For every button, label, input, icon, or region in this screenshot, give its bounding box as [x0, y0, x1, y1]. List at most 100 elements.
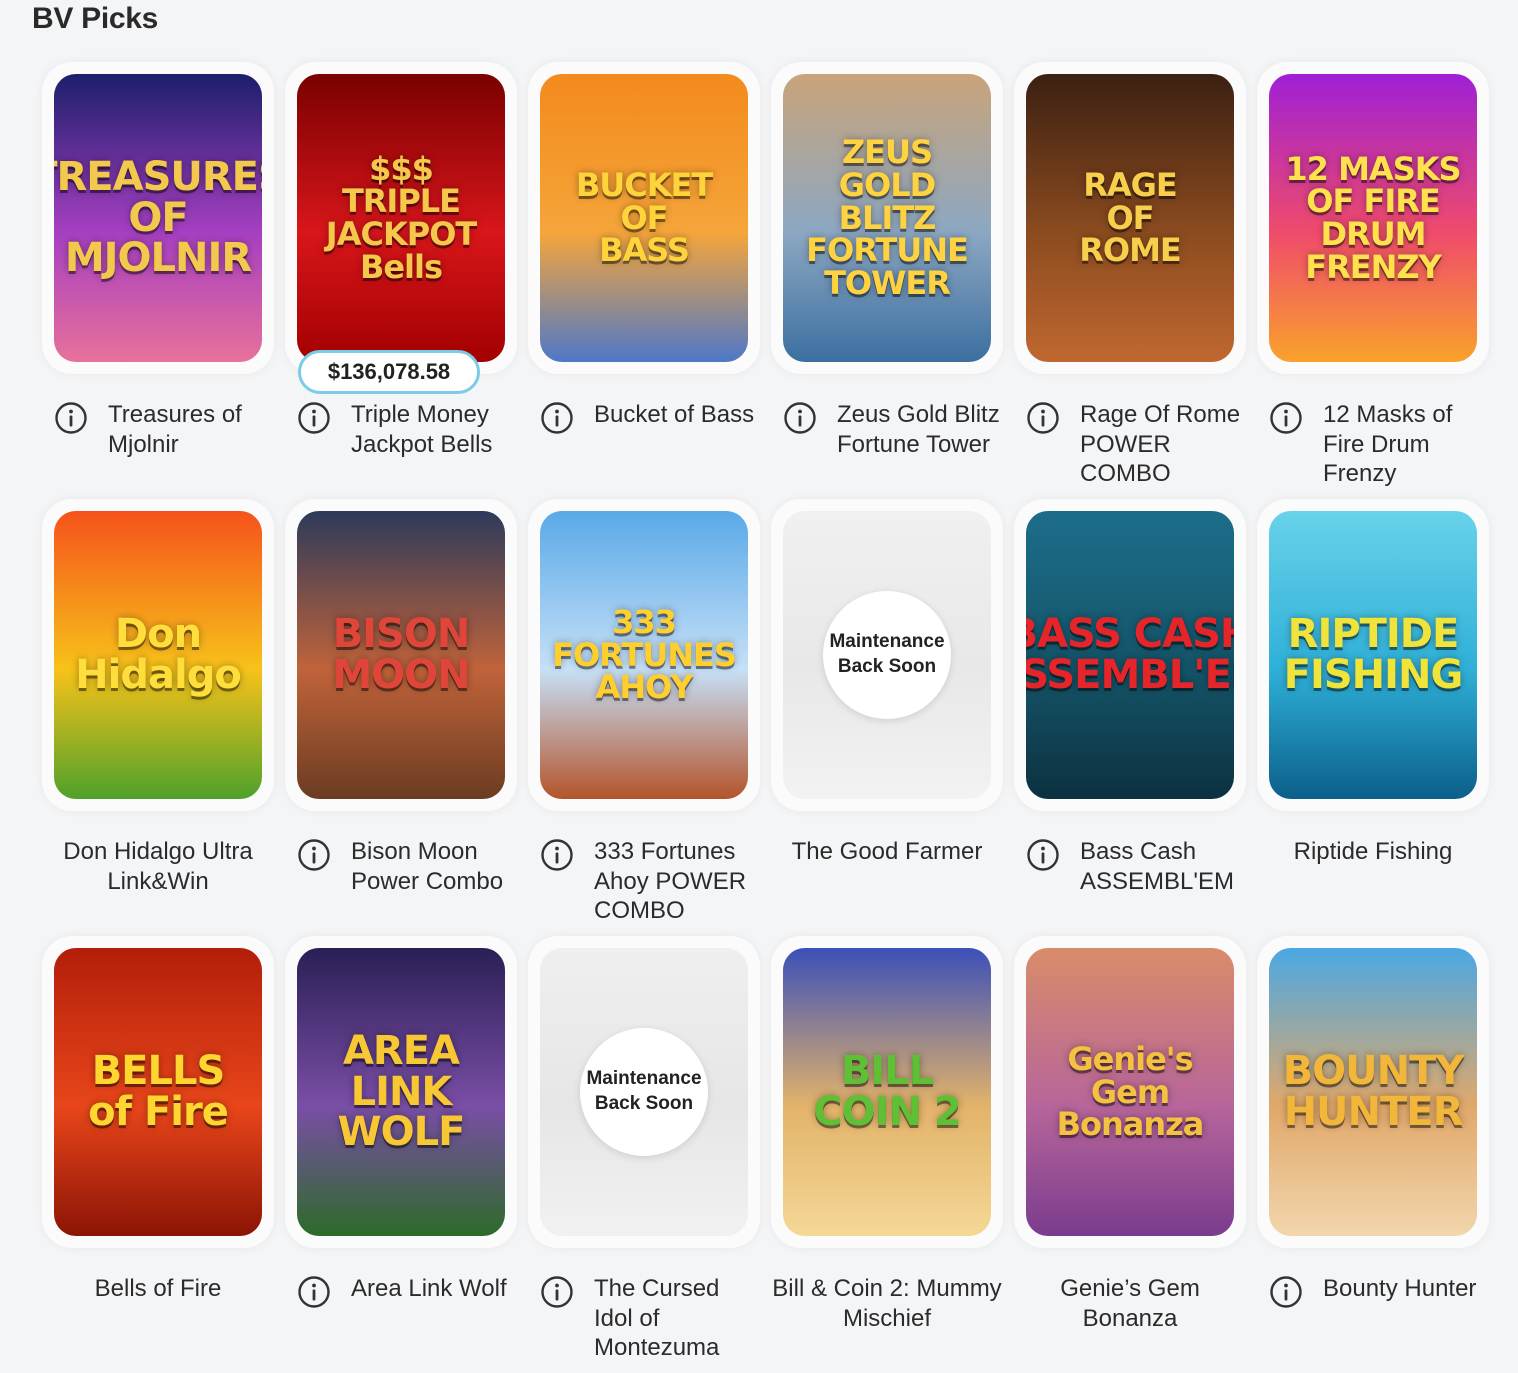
game-tile[interactable]: BOUNTY HUNTER Bounty Hunter — [1257, 936, 1489, 1373]
game-logo: BISON MOON — [332, 611, 470, 698]
info-icon[interactable] — [783, 401, 817, 435]
info-icon[interactable] — [540, 1275, 574, 1309]
game-tile[interactable]: AREA LINK WOLF Area Link Wolf — [285, 936, 517, 1373]
game-title[interactable]: The Good Farmer — [792, 837, 983, 867]
game-title[interactable]: Bison Moon Power Combo — [351, 837, 517, 896]
game-tile[interactable]: Don Hidalgo Don Hidalgo Ultra Link&Win — [42, 499, 274, 936]
game-label-row: Riptide Fishing — [1257, 837, 1489, 867]
game-thumbnail[interactable]: BASS CASH ASSEMBL'EM — [1026, 511, 1234, 799]
info-icon[interactable] — [297, 1275, 331, 1309]
game-logo: Genie's Gem Bonanza — [1056, 1040, 1205, 1144]
game-title[interactable]: Area Link Wolf — [351, 1274, 507, 1304]
game-title[interactable]: Bells of Fire — [95, 1274, 222, 1304]
game-logo: BILL COIN 2 — [813, 1048, 961, 1135]
game-title[interactable]: Treasures of Mjolnir — [108, 400, 274, 459]
game-tile[interactable]: TREASURES OF MJOLNIR Treasures of Mjolnir — [42, 62, 274, 499]
game-thumbnail[interactable]: Genie's Gem Bonanza — [1026, 948, 1234, 1236]
game-label-row: Genie’s Gem Bonanza — [1014, 1274, 1246, 1333]
game-label-row: Don Hidalgo Ultra Link&Win — [42, 837, 274, 896]
game-title[interactable]: The Cursed Idol of Montezuma — [594, 1274, 760, 1363]
game-tile[interactable]: Maintenance Back Soon The Good Farmer — [771, 499, 1003, 936]
game-title[interactable]: Riptide Fishing — [1294, 837, 1453, 867]
game-tile[interactable]: 333 FORTUNES AHOY 333 Fortunes Ahoy POWER… — [528, 499, 760, 936]
game-title[interactable]: Triple Money Jackpot Bells — [351, 400, 517, 459]
game-label-row: Bison Moon Power Combo — [285, 837, 517, 896]
game-tile[interactable]: BUCKET OF BASS Bucket of Bass — [528, 62, 760, 499]
game-thumbnail[interactable]: 12 MASKS OF FIRE DRUM FRENZY — [1269, 74, 1477, 362]
game-label-row: Bounty Hunter — [1257, 1274, 1489, 1309]
game-logo: BOUNTY HUNTER — [1282, 1048, 1465, 1135]
game-label-row: Bass Cash ASSEMBL'EM — [1014, 837, 1246, 896]
game-tile[interactable]: 12 MASKS OF FIRE DRUM FRENZY 12 Masks of … — [1257, 62, 1489, 499]
game-title[interactable]: Bucket of Bass — [594, 400, 754, 430]
game-title[interactable]: Zeus Gold Blitz Fortune Tower — [837, 400, 1003, 459]
info-icon[interactable] — [1026, 401, 1060, 435]
game-thumbnail[interactable]: BUCKET OF BASS — [540, 74, 748, 362]
game-thumbnail-frame: BELLS of Fire — [42, 936, 274, 1248]
game-logo: RIPTIDE FISHING — [1283, 611, 1464, 698]
game-thumbnail[interactable]: BELLS of Fire — [54, 948, 262, 1236]
game-title[interactable]: Bass Cash ASSEMBL'EM — [1080, 837, 1246, 896]
game-tile[interactable]: BASS CASH ASSEMBL'EM Bass Cash ASSEMBL'EM — [1014, 499, 1246, 936]
game-thumbnail-frame: Don Hidalgo — [42, 499, 274, 811]
game-thumbnail[interactable]: Don Hidalgo — [54, 511, 262, 799]
info-icon[interactable] — [1269, 1275, 1303, 1309]
game-title[interactable]: Don Hidalgo Ultra Link&Win — [42, 837, 274, 896]
info-icon[interactable] — [540, 838, 574, 872]
game-title[interactable]: 12 Masks of Fire Drum Frenzy — [1323, 400, 1489, 489]
game-tile[interactable]: ZEUS GOLD BLITZ FORTUNE TOWER Zeus Gold B… — [771, 62, 1003, 499]
game-thumbnail[interactable]: RIPTIDE FISHING — [1269, 511, 1477, 799]
game-label-row: Zeus Gold Blitz Fortune Tower — [771, 400, 1003, 459]
info-icon[interactable] — [540, 401, 574, 435]
game-tile[interactable]: Genie's Gem Bonanza Genie’s Gem Bonanza — [1014, 936, 1246, 1373]
game-thumbnail-frame: AREA LINK WOLF — [285, 936, 517, 1248]
info-icon[interactable] — [297, 838, 331, 872]
game-thumbnail[interactable]: AREA LINK WOLF — [297, 948, 505, 1236]
game-logo: $$$ TRIPLE JACKPOT Bells — [325, 149, 477, 286]
game-tile[interactable]: BELLS of Fire Bells of Fire — [42, 936, 274, 1373]
game-thumbnail[interactable]: BILL COIN 2 — [783, 948, 991, 1236]
game-thumbnail-frame: BISON MOON — [285, 499, 517, 811]
game-thumbnail-maintenance[interactable]: Maintenance Back Soon — [783, 511, 991, 799]
game-thumbnail-maintenance[interactable]: Maintenance Back Soon — [540, 948, 748, 1236]
game-logo: ZEUS GOLD BLITZ FORTUNE TOWER — [806, 133, 969, 302]
game-thumbnail[interactable]: TREASURES OF MJOLNIR — [54, 74, 262, 362]
game-thumbnail[interactable]: ZEUS GOLD BLITZ FORTUNE TOWER — [783, 74, 991, 362]
game-thumbnail-frame: BUCKET OF BASS — [528, 62, 760, 374]
game-tile[interactable]: BILL COIN 2 Bill & Coin 2: Mummy Mischief — [771, 936, 1003, 1373]
game-thumbnail-frame: $$$ TRIPLE JACKPOT Bells $136,078.58 — [285, 62, 517, 394]
game-thumbnail-frame: ZEUS GOLD BLITZ FORTUNE TOWER — [771, 62, 1003, 374]
game-thumbnail[interactable]: BOUNTY HUNTER — [1269, 948, 1477, 1236]
game-logo: BELLS of Fire — [88, 1048, 229, 1135]
game-thumbnail-frame: BOUNTY HUNTER — [1257, 936, 1489, 1248]
game-title[interactable]: Rage Of Rome POWER COMBO — [1080, 400, 1246, 489]
info-icon[interactable] — [297, 401, 331, 435]
game-label-row: Bucket of Bass — [528, 400, 760, 435]
game-tile[interactable]: RIPTIDE FISHING Riptide Fishing — [1257, 499, 1489, 936]
game-label-row: Bill & Coin 2: Mummy Mischief — [771, 1274, 1003, 1333]
game-title[interactable]: 333 Fortunes Ahoy POWER COMBO — [594, 837, 760, 926]
game-title[interactable]: Bill & Coin 2: Mummy Mischief — [771, 1274, 1003, 1333]
game-tile[interactable]: BISON MOON Bison Moon Power Combo — [285, 499, 517, 936]
game-thumbnail-frame: 12 MASKS OF FIRE DRUM FRENZY — [1257, 62, 1489, 374]
game-title[interactable]: Genie’s Gem Bonanza — [1014, 1274, 1246, 1333]
game-thumbnail-frame: Maintenance Back Soon — [528, 936, 760, 1248]
info-icon[interactable] — [1269, 401, 1303, 435]
game-thumbnail-frame: RIPTIDE FISHING — [1257, 499, 1489, 811]
game-label-row: Rage Of Rome POWER COMBO — [1014, 400, 1246, 489]
game-thumbnail[interactable]: $$$ TRIPLE JACKPOT Bells — [297, 74, 505, 362]
section-title: BV Picks — [32, 2, 159, 35]
info-icon[interactable] — [54, 401, 88, 435]
info-icon[interactable] — [1026, 838, 1060, 872]
game-thumbnail[interactable]: BISON MOON — [297, 511, 505, 799]
game-logo: BASS CASH ASSEMBL'EM — [1026, 611, 1234, 698]
game-thumbnail-frame: BILL COIN 2 — [771, 936, 1003, 1248]
game-tile[interactable]: Maintenance Back Soon The Cursed Idol of … — [528, 936, 760, 1373]
game-thumbnail[interactable]: RAGE OF ROME — [1026, 74, 1234, 362]
game-thumbnail-frame: Genie's Gem Bonanza — [1014, 936, 1246, 1248]
game-tile[interactable]: $$$ TRIPLE JACKPOT Bells $136,078.58 Tripl… — [285, 62, 517, 499]
game-thumbnail[interactable]: 333 FORTUNES AHOY — [540, 511, 748, 799]
game-logo: 12 MASKS OF FIRE DRUM FRENZY — [1285, 149, 1461, 286]
game-title[interactable]: Bounty Hunter — [1323, 1274, 1476, 1304]
game-tile[interactable]: RAGE OF ROME Rage Of Rome POWER COMBO — [1014, 62, 1246, 499]
